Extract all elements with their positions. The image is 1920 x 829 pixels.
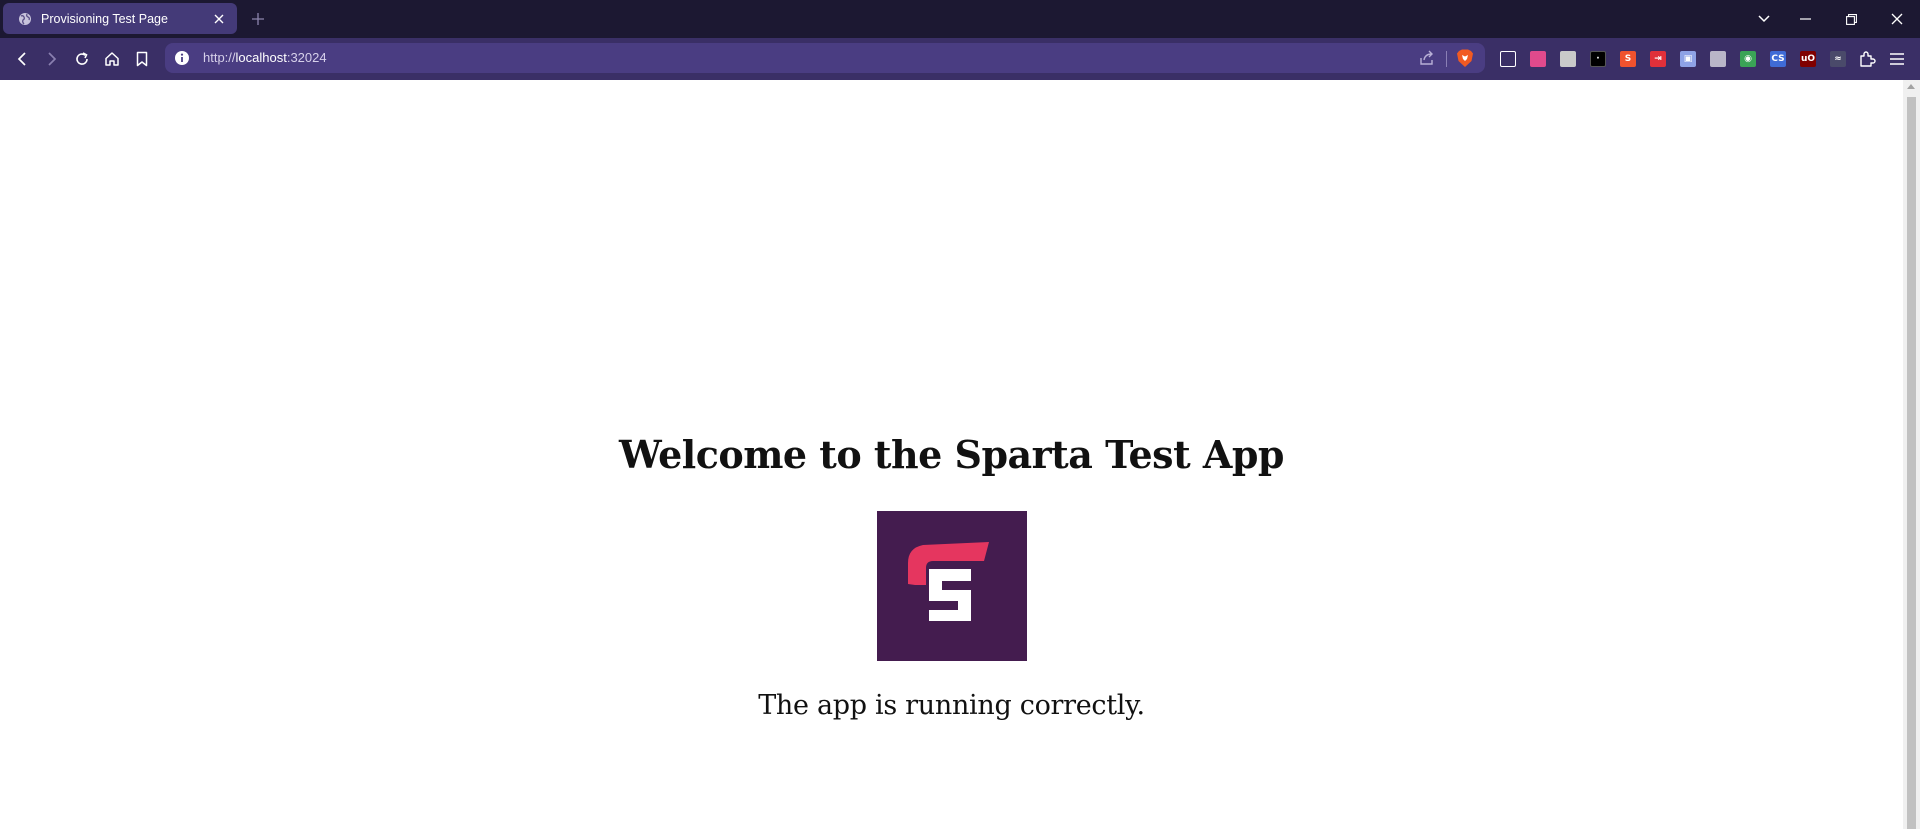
ublock-origin-icon-glyph: uO: [1800, 51, 1816, 67]
screenshot-extension-icon[interactable]: [1558, 49, 1578, 69]
scroll-up-arrow-icon[interactable]: [1907, 84, 1915, 89]
sparta-logo: [877, 511, 1027, 661]
translate-extension-icon-glyph: ▣: [1680, 51, 1696, 67]
css-extension-icon[interactable]: CS: [1768, 49, 1788, 69]
new-tab-button[interactable]: [248, 9, 268, 29]
url-text: http://localhost:32024: [203, 50, 327, 65]
exit-extension-icon-glyph: ⇥: [1650, 51, 1666, 67]
scrollbar-thumb[interactable]: [1907, 97, 1916, 829]
share-icon[interactable]: [1418, 49, 1436, 67]
browser-toolbar: http://localhost:32024 · S ⇥ ▣ ◉ CS uO ≈: [0, 38, 1920, 80]
css-extension-icon-glyph: CS: [1770, 51, 1786, 67]
tab-search-chevron-icon[interactable]: [1741, 0, 1787, 38]
exit-extension-icon[interactable]: ⇥: [1648, 49, 1668, 69]
close-tab-icon[interactable]: [211, 11, 227, 27]
shield-extension-icon-glyph: [1710, 51, 1726, 67]
dark-extension-icon[interactable]: ·: [1588, 49, 1608, 69]
vertical-scrollbar[interactable]: [1903, 80, 1920, 829]
site-info-icon[interactable]: [174, 50, 190, 66]
page-heading: Welcome to the Sparta Test App: [619, 432, 1284, 477]
wave-extension-icon[interactable]: ≈: [1828, 49, 1848, 69]
reload-icon[interactable]: [70, 47, 94, 71]
s-extension-icon-glyph: S: [1620, 51, 1636, 67]
screenshot-extension-icon-glyph: [1560, 51, 1576, 67]
dark-extension-icon-glyph: ·: [1590, 51, 1606, 67]
logo-background: [877, 511, 1027, 661]
library-icon-glyph: [1500, 51, 1516, 67]
extensions-puzzle-icon[interactable]: [1857, 49, 1877, 69]
ublock-origin-icon[interactable]: uO: [1798, 49, 1818, 69]
translate-extension-icon[interactable]: ▣: [1678, 49, 1698, 69]
green-extension-icon[interactable]: ◉: [1738, 49, 1758, 69]
library-icon[interactable]: [1498, 49, 1518, 69]
url-host: localhost: [235, 50, 287, 65]
status-message: The app is running correctly.: [758, 690, 1145, 721]
brave-shields-icon[interactable]: [1455, 48, 1475, 68]
tab-title: Provisioning Test Page: [41, 11, 168, 26]
logo-letter-s: [929, 569, 971, 621]
page-viewport: Welcome to the Sparta Test App The app i…: [0, 80, 1903, 829]
bookmark-icon[interactable]: [130, 47, 154, 71]
url-port: :32024: [286, 50, 327, 65]
address-bar[interactable]: http://localhost:32024: [165, 43, 1485, 73]
minimize-window-button[interactable]: [1782, 0, 1828, 38]
color-picker-extension-icon[interactable]: [1528, 49, 1548, 69]
back-button[interactable]: [10, 47, 34, 71]
color-picker-extension-icon-glyph: [1530, 51, 1546, 67]
home-icon[interactable]: [100, 47, 124, 71]
wave-extension-icon-glyph: ≈: [1830, 51, 1846, 67]
green-extension-icon-glyph: ◉: [1740, 51, 1756, 67]
browser-tab[interactable]: Provisioning Test Page: [3, 3, 237, 34]
s-extension-icon[interactable]: S: [1618, 49, 1638, 69]
shield-extension-icon[interactable]: [1708, 49, 1728, 69]
tab-strip: Provisioning Test Page: [0, 0, 1920, 38]
forward-button[interactable]: [40, 47, 64, 71]
close-window-button[interactable]: [1874, 0, 1920, 38]
url-scheme: http://: [203, 50, 236, 65]
address-bar-divider: [1446, 51, 1447, 67]
menu-hamburger-icon[interactable]: [1887, 49, 1907, 69]
globe-icon: [17, 11, 33, 27]
restore-window-button[interactable]: [1828, 0, 1874, 38]
